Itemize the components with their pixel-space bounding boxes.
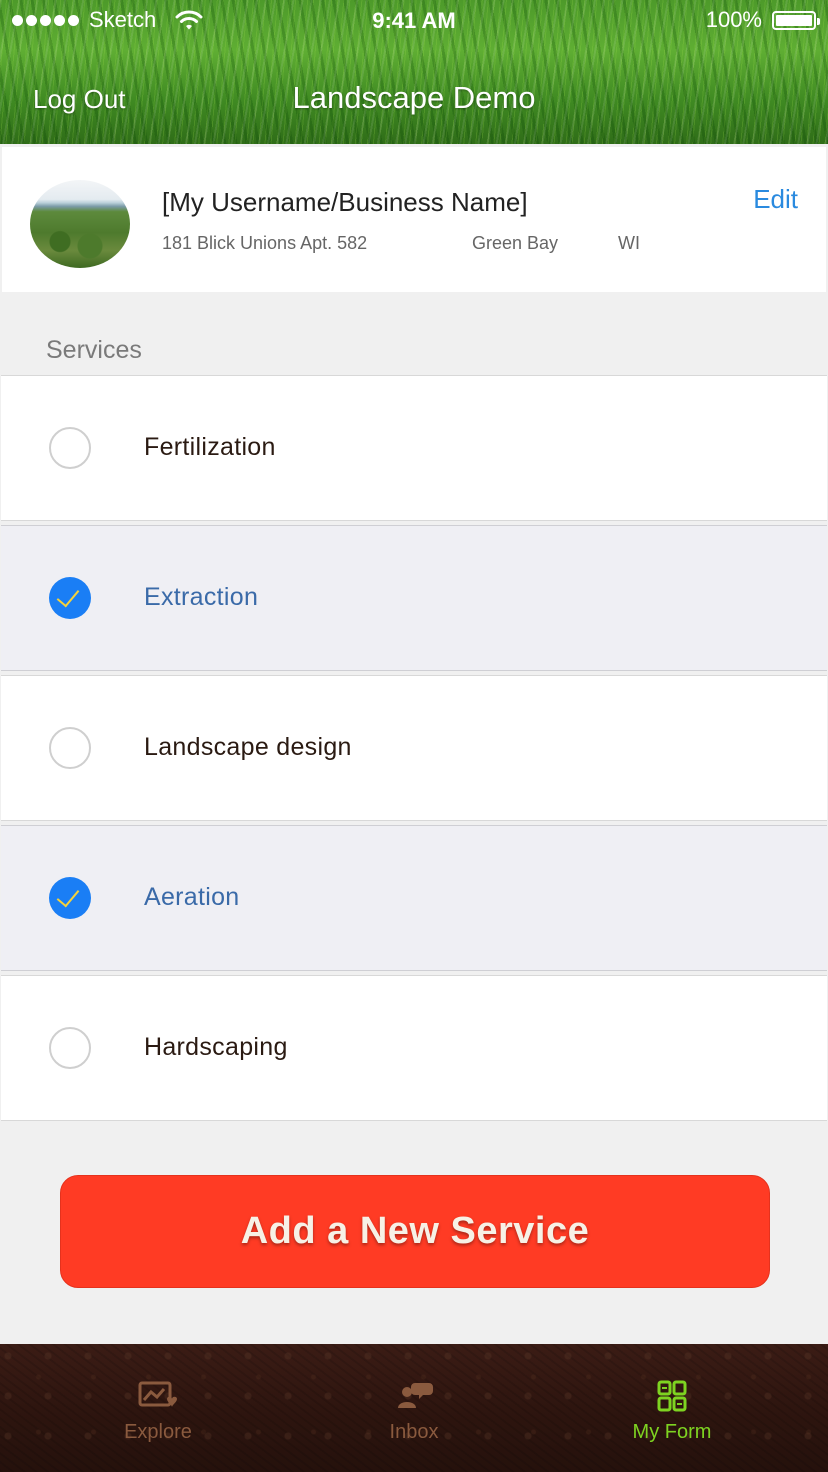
street-address: 181 Blick Unions Apt. 582 (162, 233, 368, 253)
inbox-icon (398, 1383, 433, 1408)
service-item-landscape-design[interactable]: Landscape design (1, 675, 827, 821)
state: WI (618, 233, 640, 253)
radio-unchecked-icon[interactable] (49, 727, 91, 769)
add-new-service-label: Add a New Service (240, 1210, 590, 1252)
tab-inbox[interactable]: Inbox (276, 1344, 552, 1472)
status-time: 9:41 AM (372, 8, 456, 33)
checkmark-icon[interactable] (49, 877, 91, 919)
explore-icon (138, 1381, 177, 1407)
add-new-service-button[interactable]: Add a New Service (60, 1175, 770, 1288)
service-label: Aeration (144, 883, 240, 911)
header: Sketch 9:41 AM 100% Log Out Landscape De… (0, 0, 828, 144)
checkmark-icon[interactable] (49, 577, 91, 619)
edit-profile-button[interactable]: Edit (753, 184, 798, 215)
my-form-icon (657, 1380, 687, 1412)
tab-label: Explore (124, 1421, 192, 1443)
service-label: Extraction (144, 583, 259, 611)
service-label: Landscape design (144, 733, 352, 761)
avatar (30, 180, 130, 268)
service-item-fertilization[interactable]: Fertilization (1, 375, 827, 521)
service-label: Fertilization (144, 433, 276, 461)
profile-card: [My Username/Business Name] 181 Blick Un… (2, 147, 826, 292)
battery-icon (772, 11, 820, 30)
radio-unchecked-icon[interactable] (49, 1027, 91, 1069)
tab-label: My Form (632, 1421, 712, 1443)
service-item-hardscaping[interactable]: Hardscaping (1, 975, 827, 1121)
service-item-extraction[interactable]: Extraction (1, 525, 827, 671)
tab-my-form[interactable]: My Form (534, 1344, 810, 1472)
tab-bar: Explore Inbox My Form (0, 1344, 828, 1472)
tab-explore[interactable]: Explore (20, 1344, 296, 1472)
service-label: Hardscaping (144, 1033, 288, 1061)
tab-label: Inbox (389, 1421, 439, 1443)
radio-unchecked-icon[interactable] (49, 427, 91, 469)
business-name: [My Username/Business Name] (162, 187, 528, 217)
battery-percentage: 100% (705, 7, 762, 32)
services-section-label: Services (46, 336, 142, 364)
status-bar: Sketch 9:41 AM 100% (0, 0, 828, 42)
service-item-aeration[interactable]: Aeration (1, 825, 827, 971)
page-title: Landscape Demo (292, 80, 536, 115)
city: Green Bay (472, 233, 559, 253)
